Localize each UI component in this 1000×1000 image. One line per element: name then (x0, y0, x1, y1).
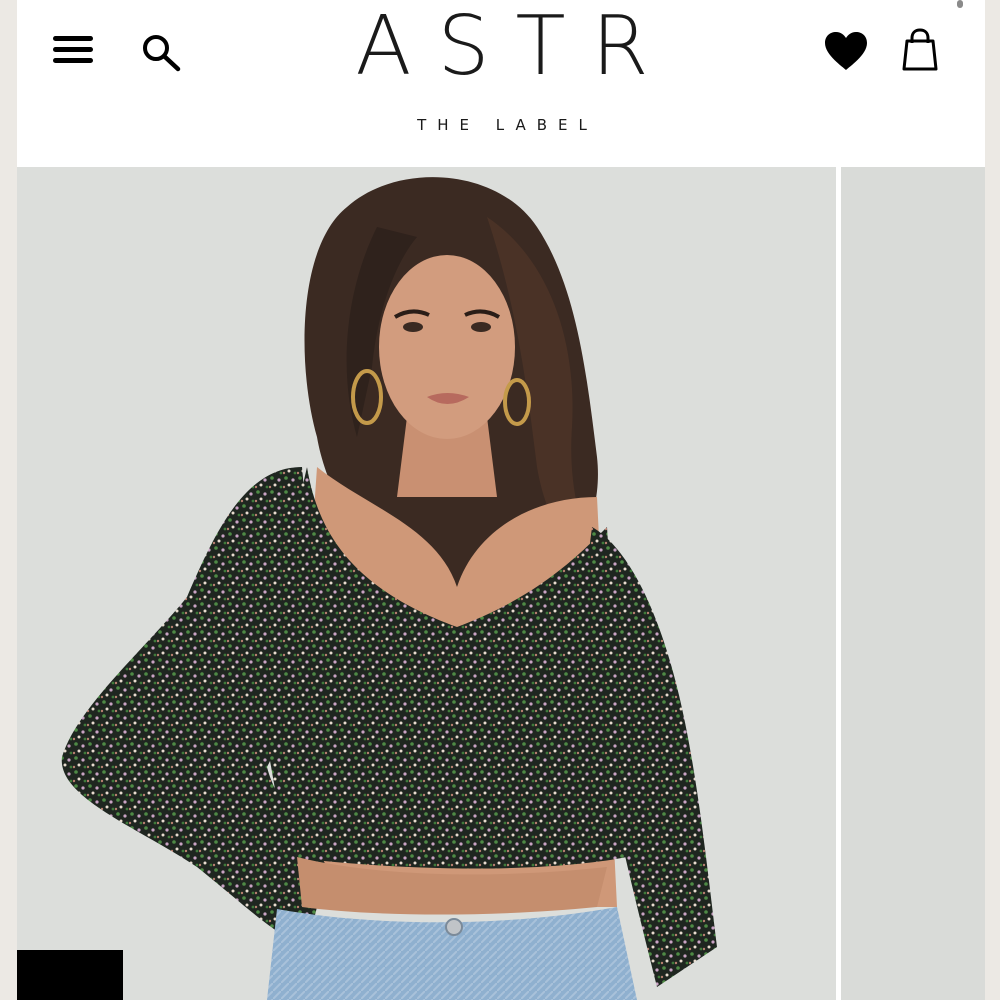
product-gallery[interactable] (17, 167, 985, 1000)
menu-icon-bar (53, 47, 93, 52)
search-button[interactable] (141, 33, 181, 73)
wishlist-button[interactable] (823, 30, 869, 72)
menu-icon-bar (53, 58, 93, 63)
page-frame: ASTR THE LABEL (17, 0, 985, 1000)
logo-tagline: THE LABEL (417, 116, 598, 134)
cart-button[interactable] (901, 28, 939, 72)
menu-icon-bar (53, 36, 93, 41)
brand-logo[interactable]: ASTR THE LABEL (307, 0, 697, 150)
product-photo[interactable] (17, 167, 836, 1000)
site-header: ASTR THE LABEL (17, 0, 985, 167)
heart-icon (825, 32, 867, 70)
black-badge (17, 950, 123, 1000)
next-product-photo[interactable] (841, 167, 985, 1000)
model-illustration (61, 177, 717, 1000)
shopping-bag-icon (902, 28, 938, 71)
search-icon (143, 35, 181, 72)
scrollbar-thumb[interactable] (957, 0, 963, 8)
logo-wordmark: ASTR (355, 0, 675, 94)
menu-button[interactable] (53, 34, 95, 66)
